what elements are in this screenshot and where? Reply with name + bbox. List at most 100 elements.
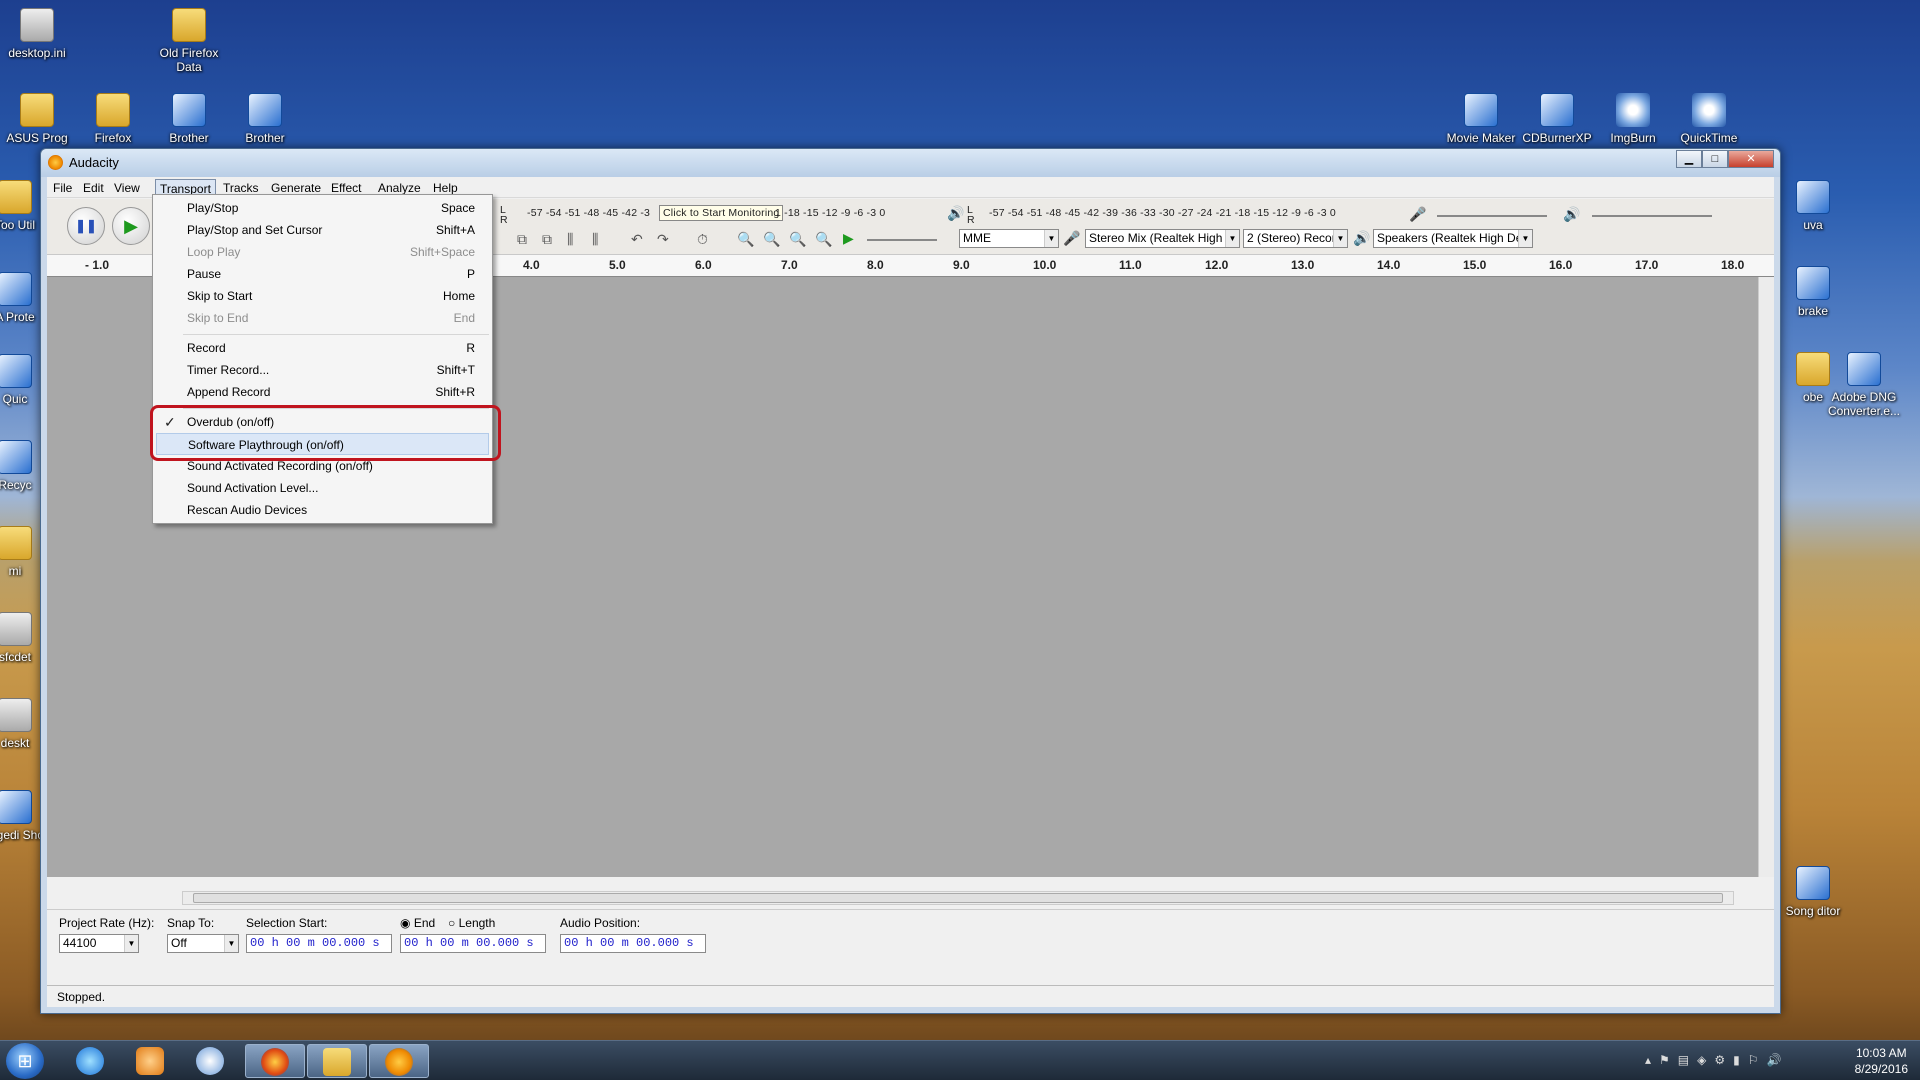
- quicktime-icon: [1692, 93, 1726, 127]
- app-icon: [0, 272, 32, 306]
- fit-selection-icon[interactable]: 🔍: [789, 231, 806, 247]
- snap-to-select[interactable]: Off ▼: [167, 934, 239, 953]
- playback-device-select[interactable]: Speakers (Realtek High De ▼: [1373, 229, 1533, 248]
- scrollbar-thumb[interactable]: [193, 893, 1723, 903]
- highlight-annotation-box: [150, 405, 501, 461]
- project-rate-select[interactable]: 44100 ▼: [59, 934, 139, 953]
- internet-explorer-icon: [76, 1047, 104, 1075]
- speaker-device-icon: 🔊: [1353, 230, 1371, 246]
- desktop-icon-imgburn[interactable]: ImgBurn: [1596, 93, 1670, 145]
- desktop-icon-desktop-ini[interactable]: desktop.ini: [0, 8, 74, 60]
- menu-file[interactable]: File: [49, 179, 76, 197]
- playback-meter-scale: -57 -54 -51 -48 -45 -42 -39 -36 -33 -30 …: [989, 207, 1336, 219]
- desktop-icon-adobe[interactable]: obe: [1776, 352, 1850, 404]
- menu-item-pause[interactable]: Pause P: [156, 263, 489, 285]
- taskbar-media-player[interactable]: [120, 1044, 180, 1078]
- ruler-label: - 1.0: [85, 258, 110, 272]
- desktop-icon-brother-2[interactable]: Brother: [228, 93, 302, 145]
- maximize-button[interactable]: □: [1702, 150, 1728, 168]
- paste-icon[interactable]: ⧉: [542, 231, 552, 247]
- zoom-out-icon[interactable]: 🔍: [763, 231, 780, 247]
- mic-volume-slider[interactable]: [1437, 215, 1547, 217]
- taskbar-email[interactable]: [180, 1044, 240, 1078]
- ruler-label: 6.0: [695, 258, 712, 272]
- ruler-label: 17.0: [1635, 258, 1659, 272]
- close-button[interactable]: ✕: [1728, 150, 1774, 168]
- desktop-icon-asus[interactable]: ASUS Prog: [0, 93, 74, 145]
- taskbar-audacity[interactable]: [369, 1044, 429, 1078]
- copy-icon[interactable]: ⧉: [517, 231, 527, 247]
- fit-project-icon[interactable]: 🔍: [815, 231, 832, 247]
- menu-item-play-stop[interactable]: Play/Stop Space: [156, 197, 489, 219]
- audacity-logo-icon: [48, 155, 63, 170]
- selection-end-field[interactable]: 00 h 00 m 00.000 s: [400, 934, 546, 953]
- selection-start-field[interactable]: 00 h 00 m 00.000 s: [246, 934, 392, 953]
- menu-item-skip-to-start[interactable]: Skip to Start Home: [156, 285, 489, 307]
- monitor-tooltip[interactable]: Click to Start Monitoring: [659, 205, 784, 221]
- desktop-icon-old-firefox-data[interactable]: Old Firefox Data: [152, 8, 226, 74]
- menu-item-record[interactable]: Record R: [156, 337, 489, 359]
- ruler-label: 16.0: [1549, 258, 1573, 272]
- speaker-volume-slider[interactable]: [1592, 215, 1712, 217]
- length-radio[interactable]: ○ Length: [448, 916, 495, 930]
- end-radio[interactable]: ◉ End: [400, 916, 435, 930]
- chevron-down-icon: ▼: [1044, 230, 1058, 247]
- audio-position-field[interactable]: 00 h 00 m 00.000 s: [560, 934, 706, 953]
- menu-item-timer-record[interactable]: Timer Record... Shift+T: [156, 359, 489, 381]
- app-icon: [0, 354, 32, 388]
- taskbar-ie[interactable]: [60, 1044, 120, 1078]
- selection-toolbar: Project Rate (Hz): 44100 ▼ Snap To: Off ▼ …: [47, 909, 1774, 961]
- redo-icon[interactable]: ↷: [657, 231, 669, 247]
- pause-button[interactable]: ❚❚: [67, 207, 105, 245]
- sync-lock-icon[interactable]: ⏱: [697, 231, 708, 247]
- ruler-label: 14.0: [1377, 258, 1401, 272]
- speaker-slider-icon: 🔊: [1563, 206, 1581, 222]
- audio-host-select[interactable]: MME ▼: [959, 229, 1059, 248]
- menu-edit[interactable]: Edit: [79, 179, 108, 197]
- cdburner-icon: [1540, 93, 1574, 127]
- menu-item-play-stop-set-cursor[interactable]: Play/Stop and Set Cursor Shift+A: [156, 219, 489, 241]
- window-title: Audacity: [69, 155, 119, 170]
- horizontal-scrollbar[interactable]: [182, 891, 1734, 905]
- title-bar[interactable]: Audacity ▁ □ ✕: [41, 149, 1780, 177]
- desktop-icon-quicktime[interactable]: QuickTime: [1672, 93, 1746, 145]
- zoom-in-icon[interactable]: 🔍: [737, 231, 754, 247]
- menu-view[interactable]: View: [110, 179, 144, 197]
- folder-icon: [0, 180, 32, 214]
- ruler-label: 10.0: [1033, 258, 1057, 272]
- ruler-label: 11.0: [1119, 258, 1142, 272]
- recording-channels-select[interactable]: 2 (Stereo) Recor ▼: [1243, 229, 1348, 248]
- record-meter-scale-tail: 1 -18 -15 -12 -9 -6 -3 0: [775, 207, 886, 219]
- system-tray-icons[interactable]: ▴⚑▤◈⚙▮⚐🔊: [1645, 1053, 1789, 1067]
- minimize-button[interactable]: ▁: [1676, 150, 1702, 168]
- taskbar-explorer[interactable]: [307, 1044, 367, 1078]
- speaker-meter-icon: 🔊: [947, 205, 965, 221]
- desktop-icon-firefox[interactable]: Firefox: [76, 93, 150, 145]
- menu-item-append-record[interactable]: Append Record Shift+R: [156, 381, 489, 403]
- desktop-icon-uva[interactable]: uva: [1776, 180, 1850, 232]
- vertical-scrollbar[interactable]: [1758, 277, 1774, 877]
- desktop-icon-brother-1[interactable]: Brother: [152, 93, 226, 145]
- clock[interactable]: 10:03 AM 8/29/2016: [1855, 1045, 1908, 1077]
- mic-slider-icon: 🎤: [1409, 206, 1427, 222]
- undo-icon[interactable]: ↶: [631, 231, 643, 247]
- menu-item-sound-activation-level[interactable]: Sound Activation Level...: [156, 477, 489, 499]
- desktop-icon-song-editor[interactable]: Song ditor: [1776, 866, 1850, 918]
- desktop-icon-cdburnerxp[interactable]: CDBurnerXP: [1520, 93, 1594, 145]
- taskbar-firefox[interactable]: [245, 1044, 305, 1078]
- menu-item-rescan-audio-devices[interactable]: Rescan Audio Devices: [156, 499, 489, 521]
- audacity-icon: [385, 1048, 413, 1076]
- chevron-down-icon: ▼: [124, 935, 138, 952]
- recording-device-select[interactable]: Stereo Mix (Realtek High D ▼: [1085, 229, 1240, 248]
- regedit-icon: [0, 790, 32, 824]
- desktop-icon-handbrake[interactable]: brake: [1776, 266, 1850, 318]
- ruler-label: 15.0: [1463, 258, 1487, 272]
- play-button[interactable]: ▶: [112, 207, 150, 245]
- email-icon: [196, 1047, 224, 1075]
- play-speed-slider[interactable]: [867, 239, 937, 241]
- start-button[interactable]: ⊞: [6, 1043, 44, 1079]
- silence-icon[interactable]: ⫼: [592, 231, 598, 247]
- play-at-speed-icon[interactable]: ▶: [843, 230, 854, 246]
- desktop-icon-movie-maker[interactable]: Movie Maker: [1444, 93, 1518, 145]
- trim-icon[interactable]: ⫼: [567, 231, 573, 247]
